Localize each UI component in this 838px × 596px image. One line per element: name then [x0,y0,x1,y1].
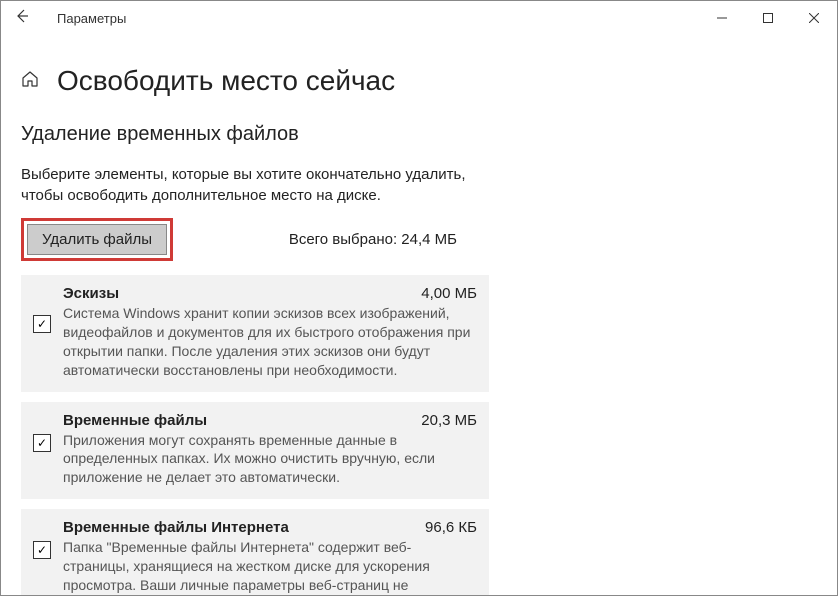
page-title: Освободить место сейчас [57,65,395,97]
checkbox[interactable]: ✓ [33,434,51,452]
list-item: ✓ Временные файлы 20,3 МБ Приложения мог… [21,402,489,500]
item-title: Эскизы [63,285,119,302]
titlebar: Параметры [1,1,837,35]
item-title: Временные файлы Интернета [63,519,289,536]
close-button[interactable] [791,2,837,34]
list-item: ✓ Временные файлы Интернета 96,6 КБ Папк… [21,509,489,595]
list-item: ✓ Эскизы 4,00 МБ Система Windows хранит … [21,275,489,392]
remove-files-button[interactable]: Удалить файлы [27,224,167,255]
minimize-button[interactable] [699,2,745,34]
item-description: Приложения могут сохранять временные дан… [63,431,477,488]
item-description: Папка "Временные файлы Интернета" содерж… [63,538,477,595]
instruction-text: Выберите элементы, которые вы хотите око… [21,164,481,206]
maximize-button[interactable] [745,2,791,34]
item-list: ✓ Эскизы 4,00 МБ Система Windows хранит … [21,275,489,595]
item-size: 96,6 КБ [425,519,477,536]
back-button[interactable] [15,9,35,28]
total-selected-label: Всего выбрано: 24,4 МБ [289,231,457,248]
checkbox[interactable]: ✓ [33,541,51,559]
section-title: Удаление временных файлов [21,123,817,146]
highlight-box: Удалить файлы [21,218,173,261]
item-description: Система Windows хранит копии эскизов все… [63,304,477,380]
content-area: Освободить место сейчас Удаление временн… [1,35,837,595]
checkbox[interactable]: ✓ [33,315,51,333]
app-title: Параметры [57,11,126,26]
item-title: Временные файлы [63,412,207,429]
home-icon[interactable] [21,70,39,93]
item-size: 4,00 МБ [421,285,477,302]
item-size: 20,3 МБ [421,412,477,429]
